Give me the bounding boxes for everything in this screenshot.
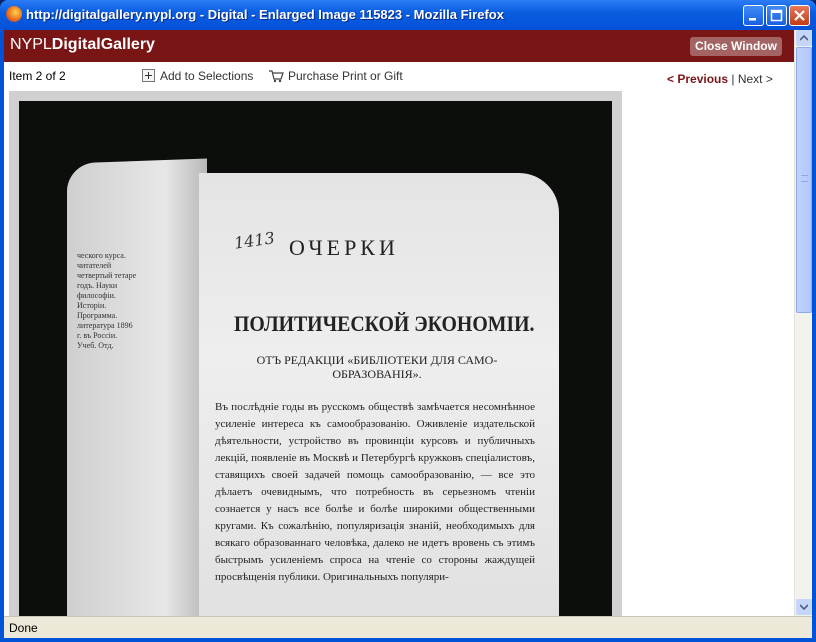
maximize-button[interactable] xyxy=(766,5,787,26)
window-title: http://digitalgallery.nypl.org - Digital… xyxy=(26,7,504,22)
minimize-icon xyxy=(749,18,756,21)
chevron-up-icon xyxy=(800,35,808,41)
add-to-selections-label: Add to Selections xyxy=(160,69,254,83)
status-text: Done xyxy=(9,621,38,635)
purchase-print-link[interactable]: Purchase Print or Gift xyxy=(268,69,403,86)
add-icon xyxy=(142,69,155,82)
pager-separator: | xyxy=(731,72,735,86)
title-bar[interactable]: http://digitalgallery.nypl.org - Digital… xyxy=(0,0,816,30)
cart-icon xyxy=(268,69,284,86)
status-bar: Done xyxy=(4,616,812,638)
scan-page-subtitle: ПОЛИТИЧЕСКОЙ ЭКОНОМІИ. xyxy=(234,311,535,336)
page-content: NYPLDigitalGallery Close Window Item 2 o… xyxy=(4,30,812,616)
add-to-selections-link[interactable]: Add to Selections xyxy=(142,69,253,83)
close-button[interactable] xyxy=(789,5,810,26)
image-frame: ческого курса. читателей четвертый тетар… xyxy=(9,91,622,616)
browser-window: http://digitalgallery.nypl.org - Digital… xyxy=(0,0,816,642)
close-window-button[interactable]: Close Window xyxy=(690,37,782,56)
previous-link[interactable]: < Previous xyxy=(667,72,728,86)
scan-page-title: ОЧЕРКИ xyxy=(289,235,399,260)
chevron-down-icon xyxy=(800,604,808,610)
close-icon xyxy=(794,10,805,21)
item-count: Item 2 of 2 xyxy=(9,69,66,83)
enlarged-image[interactable]: ческого курса. читателей четвертый тетар… xyxy=(19,101,612,616)
left-page-text: ческого курса. читателей четвертый тетар… xyxy=(77,251,137,350)
purchase-print-label: Purchase Print or Gift xyxy=(288,69,403,83)
firefox-icon xyxy=(6,6,22,22)
image-toolbar: Item 2 of 2 Add to Selections Purchase P… xyxy=(4,62,794,90)
nypl-header-bar: NYPLDigitalGallery Close Window xyxy=(4,30,794,62)
vertical-scrollbar[interactable] xyxy=(794,30,812,616)
scan-body-text: Въ послѣдніе годы въ русскомъ обществѣ з… xyxy=(215,401,535,583)
next-link[interactable]: Next > xyxy=(738,72,773,86)
pager: < Previous | Next > xyxy=(667,72,773,86)
book-left-page xyxy=(67,158,207,616)
logo-digital-gallery: DigitalGallery xyxy=(51,36,155,53)
minimize-button[interactable] xyxy=(743,5,764,26)
scroll-thumb[interactable] xyxy=(796,47,812,313)
maximize-icon xyxy=(770,9,783,22)
logo-nypl: NYPL xyxy=(10,36,52,53)
nypl-logo[interactable]: NYPLDigitalGallery xyxy=(10,36,155,54)
scroll-up-button[interactable] xyxy=(796,30,812,46)
scroll-down-button[interactable] xyxy=(796,599,812,615)
scan-editorial-line: ОТЪ РЕДАКЦІИ «БИБЛІОТЕКИ ДЛЯ САМО-ОБРАЗО… xyxy=(256,353,498,381)
grip-icon xyxy=(801,175,808,182)
